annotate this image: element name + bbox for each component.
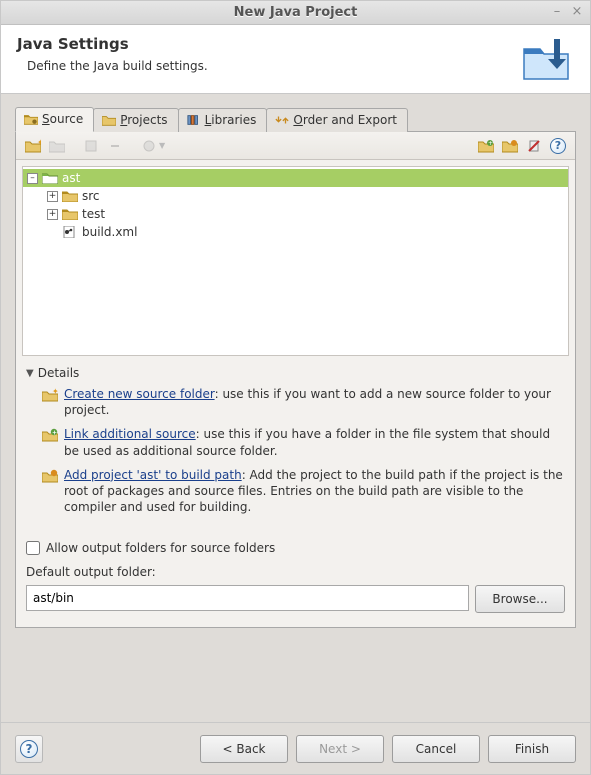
cancel-button[interactable]: Cancel: [392, 735, 480, 763]
help-icon: ?: [20, 740, 38, 758]
minimize-button[interactable]: –: [550, 5, 564, 19]
expand-icon[interactable]: +: [47, 191, 58, 202]
tab-order-export[interactable]: Order and Export: [266, 108, 408, 132]
tab-source[interactable]: Source: [15, 107, 94, 132]
detail-link-source: + Link additional source: use this if yo…: [42, 426, 565, 458]
edit-button: [80, 135, 102, 157]
add-jar-button[interactable]: +: [475, 135, 497, 157]
tree-item-label: build.xml: [82, 225, 137, 239]
titlebar: New Java Project – ×: [1, 1, 590, 25]
source-folder-icon: [24, 113, 38, 125]
delete-button[interactable]: [523, 135, 545, 157]
folder-icon: [62, 208, 78, 220]
folder-icon: [62, 190, 78, 202]
link-source-button: [46, 135, 68, 157]
add-to-buildpath-icon: [42, 468, 58, 484]
footer-help-button[interactable]: ?: [15, 735, 43, 763]
projects-icon: [102, 114, 116, 126]
wizard-icon: [518, 35, 574, 83]
browse-button[interactable]: Browse...: [475, 585, 565, 613]
help-button[interactable]: ?: [547, 135, 569, 157]
toggle-button: [138, 135, 160, 157]
svg-text:+: +: [52, 430, 57, 437]
new-source-folder-icon: ✦: [42, 387, 58, 403]
back-button[interactable]: < Back: [200, 735, 288, 763]
finish-button[interactable]: Finish: [488, 735, 576, 763]
libraries-icon: [187, 114, 201, 126]
header: Java Settings Define the Java build sett…: [1, 25, 590, 94]
page-title: Java Settings: [17, 35, 518, 53]
default-output-label: Default output folder:: [16, 559, 575, 581]
configure-icon: [502, 139, 518, 153]
svg-text:+: +: [488, 140, 493, 147]
tree-item-label: src: [82, 189, 100, 203]
order-export-icon: [275, 114, 289, 126]
tabstrip: Source Projects Libraries Order and Expo…: [15, 106, 576, 132]
link-source-icon: +: [42, 427, 58, 443]
allow-output-folders-checkbox[interactable]: [26, 541, 40, 555]
tree-toolbar: ✦ ▼ + ?: [16, 132, 575, 160]
content-area: Source Projects Libraries Order and Expo…: [1, 94, 590, 722]
tab-libraries[interactable]: Libraries: [178, 108, 268, 132]
page-subtitle: Define the Java build settings.: [27, 59, 518, 73]
tree-root[interactable]: – ast: [23, 169, 568, 187]
delete-icon: [527, 139, 541, 153]
tree-item-test[interactable]: + test: [23, 205, 568, 223]
remove-button: [104, 135, 126, 157]
tree-item-src[interactable]: + src: [23, 187, 568, 205]
source-tree[interactable]: – ast + src + test: [22, 166, 569, 356]
details-header[interactable]: ▼ Details: [26, 366, 565, 380]
allow-output-folders-row[interactable]: Allow output folders for source folders: [16, 533, 575, 559]
add-project-buildpath-link[interactable]: Add project 'ast' to build path: [64, 468, 242, 482]
dialog-window: New Java Project – × Java Settings Defin…: [0, 0, 591, 775]
svg-text:✦: ✦: [37, 139, 41, 147]
project-folder-icon: [42, 172, 58, 184]
footer: ? < Back Next > Cancel Finish: [1, 722, 590, 774]
default-output-input[interactable]: [26, 585, 469, 611]
default-output-row: Browse...: [16, 581, 575, 627]
tree-root-label: ast: [62, 171, 80, 185]
expand-triangle-icon: ▼: [26, 368, 34, 379]
window-title: New Java Project: [234, 5, 358, 20]
new-source-folder-icon: ✦: [25, 139, 41, 153]
collapse-icon[interactable]: –: [27, 173, 38, 184]
tab-projects[interactable]: Projects: [93, 108, 178, 132]
help-icon: ?: [550, 138, 566, 154]
svg-text:✦: ✦: [52, 387, 58, 396]
configure-button[interactable]: [499, 135, 521, 157]
expand-icon[interactable]: +: [47, 209, 58, 220]
link-additional-source-link[interactable]: Link additional source: [64, 427, 196, 441]
add-jar-icon: +: [478, 139, 494, 153]
detail-add-project: Add project 'ast' to build path: Add the…: [42, 467, 565, 516]
next-button: Next >: [296, 735, 384, 763]
close-button[interactable]: ×: [570, 5, 584, 19]
details-section: ▼ Details ✦ Create new source folder: us…: [16, 362, 575, 533]
details-label: Details: [38, 366, 80, 380]
tree-item-label: test: [82, 207, 105, 221]
create-source-folder-link[interactable]: Create new source folder: [64, 387, 215, 401]
detail-create-folder: ✦ Create new source folder: use this if …: [42, 386, 565, 418]
tree-item-buildxml[interactable]: build.xml: [23, 223, 568, 241]
source-tab-body: ✦ ▼ + ? – ast: [15, 132, 576, 628]
new-source-folder-button[interactable]: ✦: [22, 135, 44, 157]
window-buttons: – ×: [550, 5, 584, 19]
ant-file-icon: [62, 226, 78, 238]
